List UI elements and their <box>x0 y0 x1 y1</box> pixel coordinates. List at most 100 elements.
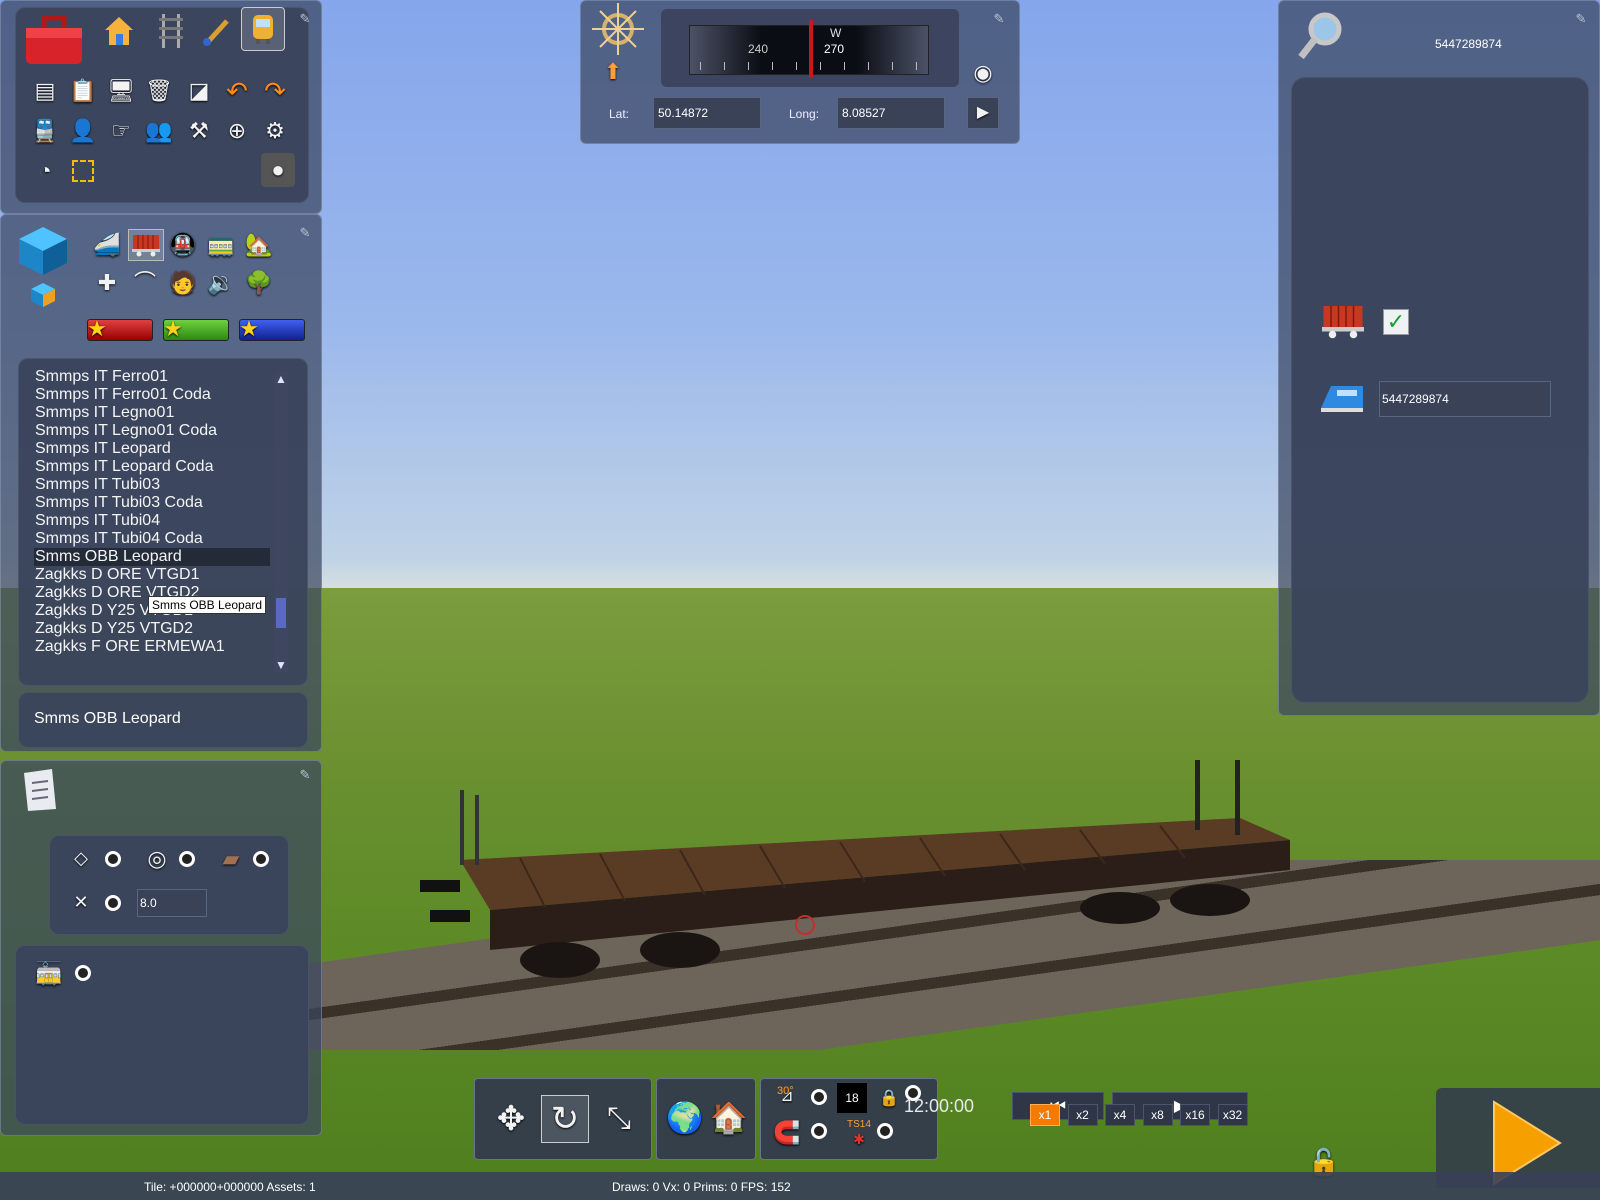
heading-gauge[interactable]: W 240 270 <box>689 20 929 78</box>
list-item[interactable]: Smmps IT Ferro01 Coda <box>34 386 270 404</box>
snap-plank-icon: ▰ <box>222 846 240 871</box>
world-group: 🌍 🏠 <box>656 1078 756 1160</box>
long-label: Long: <box>789 107 820 121</box>
paint-brush-icon[interactable] <box>197 11 237 51</box>
sound-icon[interactable]: 🔉 <box>205 269 237 297</box>
snap-disc-radio[interactable] <box>179 851 195 867</box>
magnet-icon[interactable]: 🧲 <box>773 1119 801 1147</box>
train-driver-radio[interactable] <box>75 965 91 981</box>
list-item[interactable]: Smmps IT Tubi04 Coda <box>34 530 270 548</box>
search-field[interactable]: 5447289874 <box>1379 381 1551 417</box>
filter-checkbox[interactable]: ✓ <box>1383 309 1409 335</box>
star-icon: ★ <box>163 316 183 341</box>
rotate-view-icon[interactable]: ↻ <box>541 1095 589 1143</box>
scenery-house-icon[interactable]: 🏡 <box>243 231 275 259</box>
ts-radio[interactable] <box>877 1123 893 1139</box>
speed-x2-button[interactable]: x2 <box>1067 1104 1098 1126</box>
speed-x8-button[interactable]: x8 <box>1142 1104 1173 1126</box>
driver-icon[interactable]: 👤 <box>69 117 97 145</box>
compass-rose-icon[interactable] <box>589 3 647 55</box>
map-arrow-icon[interactable]: ⬆ <box>597 57 629 87</box>
monitor-icon[interactable]: 🖥 <box>107 77 135 105</box>
pin-icon[interactable]: ✎ <box>1573 11 1589 27</box>
redo-icon[interactable]: ↷ <box>261 77 289 105</box>
toolbox-icon[interactable] <box>21 5 87 71</box>
large-cube-icon[interactable] <box>15 223 71 279</box>
go-to-coords-button[interactable]: ▶ <box>967 97 999 129</box>
list-item[interactable]: Smmps IT Ferro01 <box>34 368 270 386</box>
list-item[interactable]: Smmps IT Leopard <box>34 440 270 458</box>
speed-x16-button[interactable]: x16 <box>1180 1104 1210 1126</box>
settings-icon[interactable]: ⚙ <box>261 117 289 145</box>
surveyor-tools-icon[interactable]: ⚒ <box>185 117 213 145</box>
passenger-car-icon[interactable]: 🚃 <box>205 231 237 259</box>
home-icon[interactable]: 🏠 <box>709 1099 749 1139</box>
snap-surface-radio[interactable] <box>105 851 121 867</box>
pin-icon[interactable]: ✎ <box>297 767 313 783</box>
list-item[interactable]: Smms OBB Leopard <box>34 548 270 566</box>
cannon-icon[interactable]: ● <box>261 153 295 187</box>
list-item[interactable]: Smmps IT Tubi03 Coda <box>34 494 270 512</box>
pin-icon[interactable]: ✎ <box>297 225 313 241</box>
character-icon[interactable]: 🧑 <box>167 269 199 297</box>
freight-wagon-icon[interactable] <box>128 229 164 261</box>
driver-cab-icon[interactable]: 🚇 <box>167 231 199 259</box>
magnifier-icon[interactable] <box>1293 7 1351 61</box>
lock-toggle-icon[interactable]: 🔒 <box>879 1089 899 1109</box>
undo-icon[interactable]: ↶ <box>223 77 251 105</box>
asset-list[interactable]: Smmps IT Ferro01 Smmps IT Ferro01 Coda Smm… <box>34 368 270 658</box>
paste-icon[interactable]: 📋 <box>69 77 97 105</box>
signal-icon[interactable]: ✚ <box>91 269 123 297</box>
hand-pointer-icon[interactable]: ☞ <box>107 117 135 145</box>
tree-icon[interactable]: 🌳 <box>243 269 275 297</box>
scroll-thumb[interactable] <box>276 598 286 628</box>
clock-icon[interactable]: ◔ <box>31 157 59 185</box>
asset-tooltip: Smms OBB Leopard <box>148 596 267 614</box>
speed-x4-button[interactable]: x4 <box>1105 1104 1135 1126</box>
copy-icon[interactable]: ▤ <box>31 77 59 105</box>
checklist-icon[interactable] <box>17 765 63 815</box>
driver-session-icon[interactable]: 🚆 <box>31 117 59 145</box>
marquee-select-icon[interactable] <box>69 157 97 185</box>
speed-x1-button[interactable]: x1 <box>1030 1104 1060 1126</box>
trash-icon[interactable]: 🗑 <box>145 77 173 105</box>
people-icon[interactable]: 👥 <box>145 117 173 145</box>
fullscreen-icon[interactable]: ✥ <box>489 1097 533 1141</box>
list-item[interactable]: Smmps IT Legno01 <box>34 404 270 422</box>
train-mode-icon[interactable] <box>241 7 285 51</box>
small-cube-icon[interactable] <box>27 279 59 311</box>
track-icon[interactable] <box>151 11 191 51</box>
snap-height-radio[interactable] <box>105 895 121 911</box>
eraser-icon[interactable]: ◪ <box>185 77 213 105</box>
scroll-down-icon[interactable]: ▼ <box>275 658 287 672</box>
magnet-radio[interactable] <box>811 1123 827 1139</box>
list-item[interactable]: Smmps IT Tubi04 <box>34 512 270 530</box>
recenter-icon[interactable]: ◉ <box>969 59 997 87</box>
scroll-up-icon[interactable]: ▲ <box>275 372 287 386</box>
angle-snap-icon: ⊿ <box>780 1088 794 1105</box>
list-item[interactable]: Smmps IT Legno01 Coda <box>34 422 270 440</box>
list-item[interactable]: Zagkks D Y25 VTGD2 <box>34 620 270 638</box>
list-item[interactable]: Smmps IT Leopard Coda <box>34 458 270 476</box>
height-input[interactable]: 8.0 <box>137 889 207 917</box>
list-item[interactable]: Smmps IT Tubi03 <box>34 476 270 494</box>
pin-icon[interactable]: ✎ <box>991 11 1007 27</box>
speed-x32-button[interactable]: x32 <box>1217 1104 1248 1126</box>
home-icon[interactable] <box>99 11 139 51</box>
list-item[interactable]: Zagkks F ORE ERMEWA1 <box>34 638 270 656</box>
pin-icon[interactable]: ✎ <box>297 11 313 27</box>
list-item[interactable]: Zagkks D ORE VTGD1 <box>34 566 270 584</box>
loco-icon[interactable]: 🚄 <box>91 231 123 259</box>
selected-asset-name: Smms OBB Leopard <box>34 710 181 727</box>
asset-list-scrollbar[interactable]: ▲ ▼ <box>274 372 288 672</box>
grid-size-field[interactable]: 18 <box>837 1083 867 1113</box>
globe-icon[interactable]: 🌍 <box>665 1099 705 1139</box>
bridge-icon[interactable]: ⌒ <box>129 269 161 297</box>
snap-plank-radio[interactable] <box>253 851 269 867</box>
flat-wagon-model[interactable] <box>420 760 1320 1010</box>
long-field[interactable]: 8.08527 <box>837 97 945 129</box>
add-consist-icon[interactable]: ⊕ <box>223 117 251 145</box>
shrink-icon[interactable]: ⤡ <box>597 1097 641 1141</box>
lat-field[interactable]: 50.14872 <box>653 97 761 129</box>
angle-snap-radio[interactable] <box>811 1089 827 1105</box>
